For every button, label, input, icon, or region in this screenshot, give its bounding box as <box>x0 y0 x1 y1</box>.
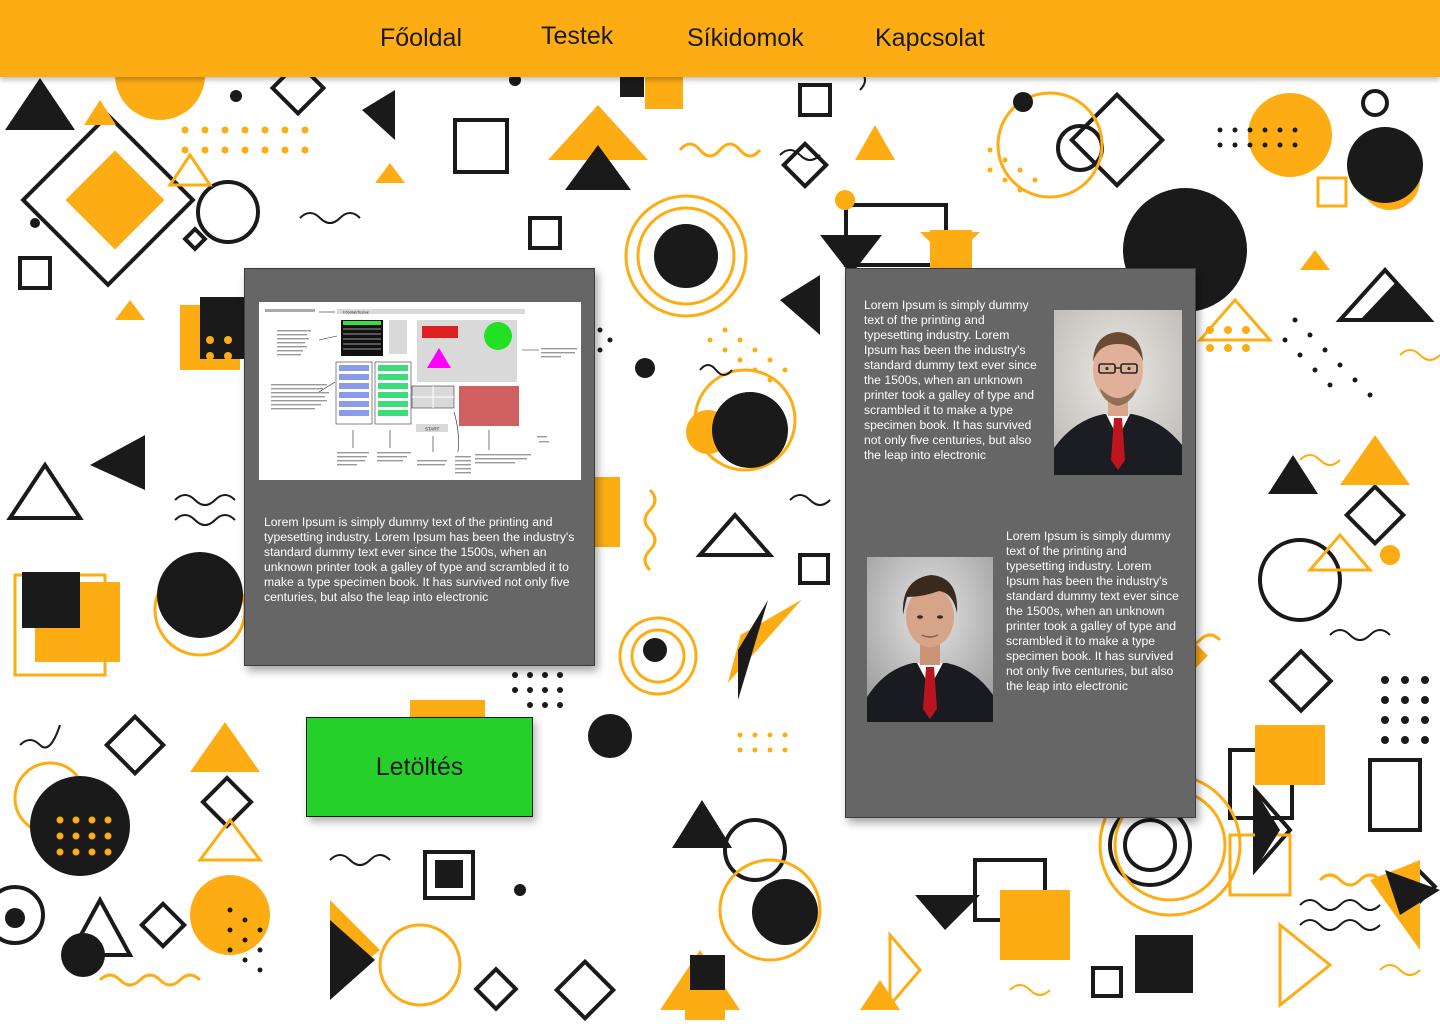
top-nav: Főoldal Testek Síkidomok Kapcsolat <box>0 0 1440 77</box>
nav-item-sikidomok[interactable]: Síkidomok <box>687 24 804 53</box>
geometric-background <box>0 30 1440 1022</box>
profile-photo-2 <box>867 557 993 722</box>
right-card-text-bottom: Lorem Ipsum is simply dummy text of the … <box>1006 529 1179 693</box>
right-card: Lorem Ipsum is simply dummy text of the … <box>845 268 1196 818</box>
nav-item-kapcsolat[interactable]: Kapcsolat <box>875 24 985 53</box>
right-card-text-top: Lorem Ipsum is simply dummy text of the … <box>864 298 1037 462</box>
nav-item-fooldal[interactable]: Főoldal <box>380 24 462 53</box>
profile-photo-1 <box>1054 310 1182 475</box>
wireframe-start-button: START <box>425 427 440 432</box>
download-button[interactable]: Letöltés <box>306 717 533 817</box>
left-card: Főoldal/Testek START Lorem Ipsum is simp… <box>244 268 595 666</box>
left-card-text: Lorem Ipsum is simply dummy text of the … <box>264 515 575 604</box>
wireframe-screenshot: Főoldal/Testek START <box>259 302 581 480</box>
wireframe-diagram: Főoldal/Testek START <box>265 309 577 474</box>
nav-item-testek[interactable]: Testek <box>541 22 613 51</box>
wireframe-header-label: Főoldal/Testek <box>343 310 369 315</box>
